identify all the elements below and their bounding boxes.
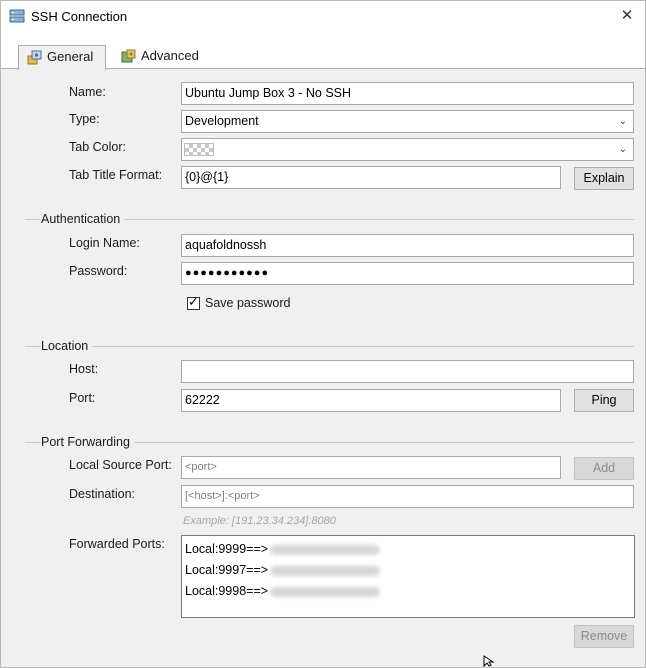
tab-advanced-label: Advanced	[141, 48, 199, 63]
server-icon	[9, 9, 25, 23]
name-label: Name:	[69, 85, 106, 99]
location-section-title: Location	[41, 339, 93, 353]
login-name-label: Login Name:	[69, 236, 140, 250]
tab-general-label: General	[47, 49, 94, 64]
tab-title-format-label: Tab Title Format:	[69, 168, 163, 182]
window-title: SSH Connection	[31, 9, 128, 24]
type-label: Type:	[69, 112, 100, 126]
tab-advanced[interactable]: Advanced	[113, 45, 209, 69]
redacted-destination	[270, 586, 381, 597]
destination-example-hint: Example: [191.23.34.234]:8080	[183, 515, 336, 527]
tab-strip: General Advanced	[1, 33, 645, 70]
add-button[interactable]: Add	[574, 457, 634, 480]
tab-color-label: Tab Color:	[69, 140, 126, 154]
type-select-value: Development	[185, 114, 259, 128]
ping-button[interactable]: Ping	[574, 389, 634, 412]
save-password-label[interactable]: Save password	[205, 296, 290, 310]
forwarded-ports-label: Forwarded Ports:	[69, 537, 165, 551]
redacted-destination	[270, 544, 381, 555]
port-field[interactable]: 62222	[181, 389, 561, 412]
list-item[interactable]: Local:9998==>	[185, 584, 381, 598]
general-settings-icon	[27, 50, 42, 65]
local-source-port-field[interactable]: <port>	[181, 456, 561, 479]
color-swatch	[184, 143, 214, 156]
destination-label: Destination:	[69, 487, 136, 501]
save-password-checkbox[interactable]: ✓	[187, 294, 200, 310]
remove-button[interactable]: Remove	[574, 625, 634, 648]
port-forwarding-section-title: Port Forwarding	[41, 435, 134, 449]
name-field[interactable]: Ubuntu Jump Box 3 - No SSH	[181, 82, 634, 105]
type-select[interactable]: Development ⌄	[181, 110, 634, 133]
local-source-port-label: Local Source Port:	[69, 458, 172, 472]
destination-field[interactable]: [<host>]:<port>	[181, 485, 634, 508]
checkmark-icon: ✓	[188, 294, 199, 309]
password-label: Password:	[69, 264, 128, 278]
explain-button[interactable]: Explain	[574, 167, 634, 190]
chevron-down-icon: ⌄	[618, 144, 627, 155]
chevron-down-icon: ⌄	[618, 116, 627, 127]
redacted-destination	[270, 565, 381, 576]
port-label: Port:	[69, 391, 96, 405]
tab-color-select[interactable]: ⌄	[181, 138, 634, 161]
tab-title-format-field[interactable]: {0}@{1}	[181, 166, 561, 189]
list-item[interactable]: Local:9997==>	[185, 563, 381, 577]
login-name-field[interactable]: aquafoldnossh	[181, 234, 634, 257]
advanced-settings-icon	[121, 49, 136, 63]
title-bar: SSH Connection ✕	[1, 1, 645, 33]
host-field[interactable]	[181, 360, 634, 383]
mouse-cursor-icon	[483, 655, 495, 667]
password-field[interactable]: ●●●●●●●●●●●	[181, 262, 634, 285]
host-label: Host:	[69, 362, 99, 376]
close-icon[interactable]: ✕	[615, 5, 639, 27]
ssh-connection-dialog: SSH Connection ✕ General Advanced Name: …	[0, 0, 646, 668]
list-item[interactable]: Local:9999==>	[185, 542, 381, 556]
forwarded-ports-list[interactable]: Local:9999==> Local:9997==> Local:9998==…	[181, 535, 635, 618]
tab-general[interactable]: General	[18, 45, 106, 70]
authentication-section-title: Authentication	[41, 212, 125, 226]
